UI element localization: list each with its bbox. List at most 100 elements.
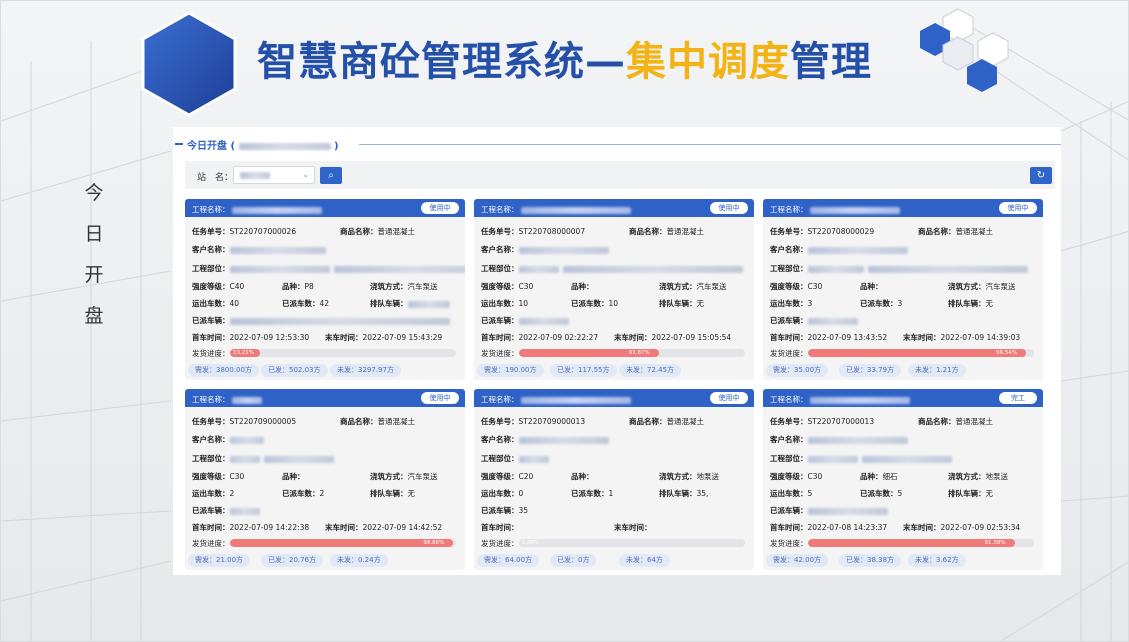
task-no: 任务单号：ST220708000007 xyxy=(481,227,586,236)
queue-vehicles: 排队车辆：无 xyxy=(948,299,993,308)
panel-header: 今日开盘 ( ) xyxy=(173,135,1061,155)
customer-name: 客户名称： xyxy=(192,434,264,445)
side-label: 今 日 开 盘 xyxy=(84,182,104,327)
unsent-amount: 未发：64方 xyxy=(619,554,670,567)
strength-grade: 强度等级：C30 xyxy=(192,472,245,481)
project-name: 工程名称： xyxy=(481,204,631,215)
customer-name: 客户名称： xyxy=(481,434,609,445)
project-name: 工程名称： xyxy=(192,394,262,405)
sent-vehicles: 已派车辆：35 xyxy=(481,506,529,515)
filter-toolbar: 站 名： ⌄ ⌕ ↻ xyxy=(185,161,1055,189)
product-name: 商品名称：普通混凝土 xyxy=(629,417,704,426)
last-vehicle-time: 末车时间：2022-07-09 14:42:52 xyxy=(325,523,443,532)
need-amount: 需发：190.00方 xyxy=(477,364,544,377)
status-badge[interactable]: 完工 xyxy=(999,392,1037,404)
status-badge[interactable]: 使用中 xyxy=(710,202,748,214)
redacted-project xyxy=(520,206,631,214)
queue-vehicles: 排队车辆：无 xyxy=(370,489,415,498)
project-part: 工程部位： xyxy=(770,263,1028,274)
status-badge[interactable]: 使用中 xyxy=(999,202,1037,214)
strength-grade: 强度等级：C30 xyxy=(481,282,534,291)
progress-text: 0.00% xyxy=(522,540,540,546)
card-header: 工程名称： 使用中 xyxy=(474,199,754,217)
slide: 智慧商砼管理系统—集中调度管理 今 日 开 盘 今日开盘 ( ) 站 名： ⌄ xyxy=(0,0,1129,642)
progress-label: 发货进度： xyxy=(481,349,519,358)
variety: 品种： xyxy=(860,282,883,291)
project-card[interactable]: 工程名称： 使用中 任务单号：ST220709000013 商品名称：普通混凝土… xyxy=(474,389,754,570)
refresh-button[interactable]: ↻ xyxy=(1030,167,1052,184)
product-name: 商品名称：普通混凝土 xyxy=(918,227,993,236)
variety: 品种： xyxy=(571,282,594,291)
progress-label: 发货进度： xyxy=(192,539,230,548)
project-name: 工程名称： xyxy=(770,204,900,215)
sent-vehicles: 已派车辆： xyxy=(192,505,260,516)
progress-text: 61.87% xyxy=(628,350,650,356)
progress-text: 91.38% xyxy=(984,540,1006,546)
need-amount: 需发：21.00方 xyxy=(188,554,251,567)
variety: 品种： xyxy=(282,472,305,481)
last-vehicle-time: 末车时间： xyxy=(614,523,652,532)
sent-amount: 已发：502.03方 xyxy=(261,364,328,377)
sent-amount: 已发：33.79方 xyxy=(839,364,902,377)
project-card[interactable]: 工程名称： 使用中 任务单号：ST220708000007 商品名称：普通混凝土… xyxy=(474,199,754,380)
redacted-project xyxy=(231,396,262,404)
redacted-date xyxy=(238,142,331,150)
sent-vehicles: 已派车辆： xyxy=(481,315,569,326)
progress-text: 96.54% xyxy=(996,350,1018,356)
card-header: 工程名称： 使用中 xyxy=(763,199,1043,217)
project-part: 工程部位： xyxy=(481,263,743,274)
project-part: 工程部位： xyxy=(770,453,952,464)
task-no: 任务单号：ST220709000005 xyxy=(192,417,297,426)
unsent-amount: 未发：0.24方 xyxy=(330,554,388,567)
last-vehicle-time: 末车时间：2022-07-09 14:39:03 xyxy=(903,333,1021,342)
product-name: 商品名称：普通混凝土 xyxy=(629,227,704,236)
dispatched-count: 已派车数：2 xyxy=(282,489,325,498)
first-vehicle-time: 首车时间：2022-07-08 14:23:37 xyxy=(770,523,888,532)
dispatched-count: 已派车数：10 xyxy=(571,299,619,308)
station-select[interactable]: ⌄ xyxy=(233,166,315,184)
redacted-project xyxy=(809,396,910,404)
status-badge[interactable]: 使用中 xyxy=(421,392,459,404)
pour-method: 浇筑方式：汽车泵送 xyxy=(370,472,438,481)
hexagon-cluster-icon xyxy=(920,8,1009,92)
sent-vehicles: 已派车辆： xyxy=(770,315,858,326)
last-vehicle-time: 末车时间：2022-07-09 15:43:29 xyxy=(325,333,443,342)
chevron-down-icon: ⌄ xyxy=(302,170,309,179)
unsent-amount: 未发：72.45方 xyxy=(619,364,682,377)
project-name: 工程名称： xyxy=(481,394,631,405)
redacted-project xyxy=(520,396,631,404)
pour-method: 浇筑方式：汽车泵送 xyxy=(370,282,438,291)
project-card[interactable]: 工程名称： 使用中 任务单号：ST220707000026 商品名称：普通混凝土… xyxy=(185,199,465,380)
sent-amount: 已发：20.76方 xyxy=(261,554,324,567)
card-header: 工程名称： 使用中 xyxy=(474,389,754,407)
variety: 品种：P8 xyxy=(282,282,314,291)
status-badge[interactable]: 使用中 xyxy=(710,392,748,404)
today-open-panel: 今日开盘 ( ) 站 名： ⌄ ⌕ ↻ 工程名称： 使用中 任务单号：ST220… xyxy=(173,127,1061,575)
need-amount: 需发：35.00方 xyxy=(766,364,829,377)
dispatched-count: 已派车数：1 xyxy=(571,489,614,498)
queue-vehicles: 排队车辆：35, xyxy=(659,489,709,498)
card-header: 工程名称： 完工 xyxy=(763,389,1043,407)
progress-label: 发货进度： xyxy=(481,539,519,548)
first-vehicle-time: 首车时间：2022-07-09 14:22:38 xyxy=(192,523,310,532)
project-card[interactable]: 工程名称： 使用中 任务单号：ST220708000029 商品名称：普通混凝土… xyxy=(763,199,1043,380)
strength-grade: 强度等级：C20 xyxy=(481,472,534,481)
project-card[interactable]: 工程名称： 使用中 任务单号：ST220709000005 商品名称：普通混凝土… xyxy=(185,389,465,570)
status-badge[interactable]: 使用中 xyxy=(421,202,459,214)
sent-vehicles: 已派车辆： xyxy=(770,505,888,516)
strength-grade: 强度等级：C30 xyxy=(770,282,823,291)
search-button[interactable]: ⌕ xyxy=(320,167,342,184)
task-no: 任务单号：ST220707000026 xyxy=(192,227,297,236)
unsent-amount: 未发：3297.97方 xyxy=(330,364,401,377)
project-part: 工程部位： xyxy=(192,453,334,464)
card-header: 工程名称： 使用中 xyxy=(185,389,465,407)
need-amount: 需发：42.00方 xyxy=(766,554,829,567)
first-vehicle-time: 首车时间：2022-07-09 12:53:30 xyxy=(192,333,310,342)
queue-vehicles: 排队车辆：无 xyxy=(948,489,993,498)
project-name: 工程名称： xyxy=(192,204,322,215)
pour-method: 浇筑方式：汽车泵送 xyxy=(948,282,1016,291)
delivery-progress-bar: 91.38% xyxy=(808,539,1034,547)
last-vehicle-time: 末车时间：2022-07-09 15:05:54 xyxy=(614,333,732,342)
project-card[interactable]: 工程名称： 完工 任务单号：ST220707000013 商品名称：普通混凝土 … xyxy=(763,389,1043,570)
delivery-progress-bar: 13.21% xyxy=(230,349,456,357)
